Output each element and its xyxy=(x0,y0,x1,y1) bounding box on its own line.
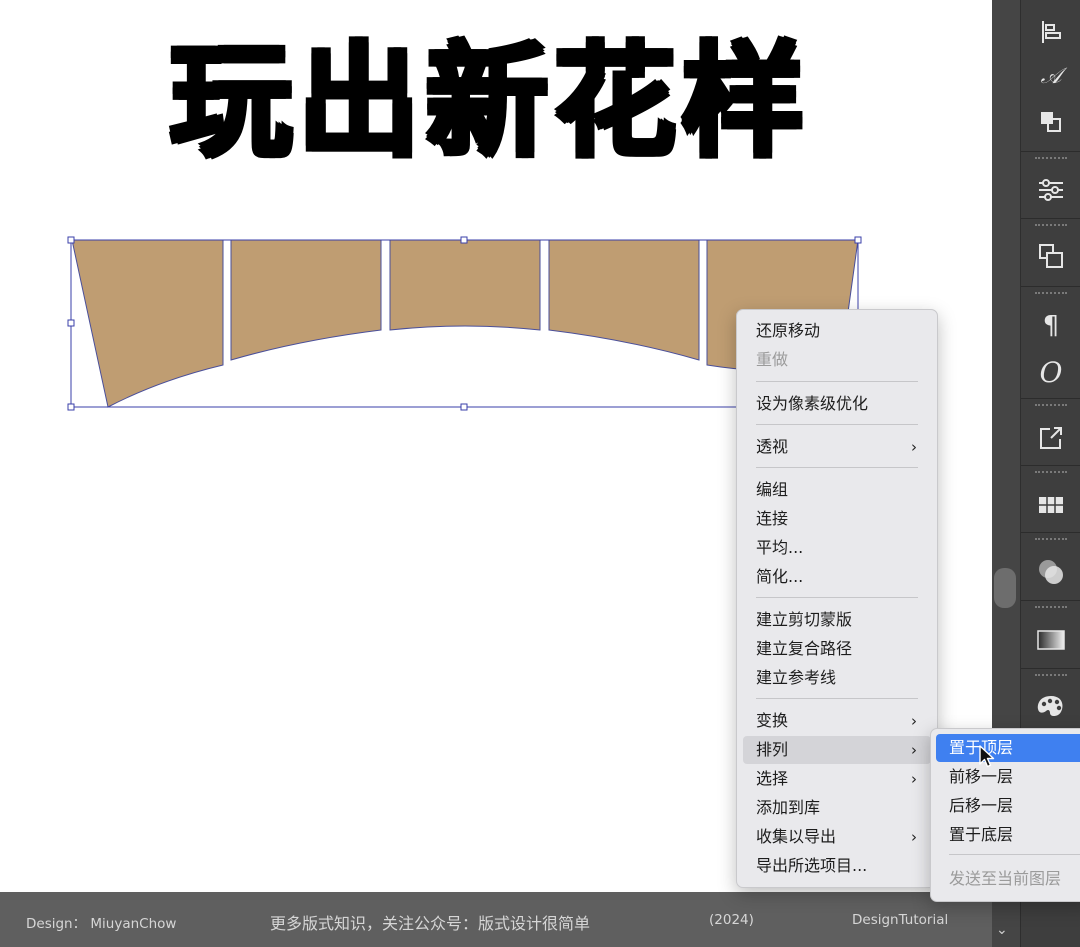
menu-item-average[interactable]: 平均... xyxy=(743,534,931,562)
submenu-arrow-icon: › xyxy=(911,741,917,759)
submenu-arrow-icon: › xyxy=(911,438,917,456)
paragraph-icon[interactable]: ¶ xyxy=(1021,306,1080,346)
footer-brand: DesignTutorial xyxy=(852,912,949,928)
submenu-item-bring-forward[interactable]: 前移一层 xyxy=(936,763,1080,791)
menu-item-group[interactable]: 编组 xyxy=(743,476,931,504)
properties-icon[interactable] xyxy=(1021,170,1080,210)
submenu-arrow-icon: › xyxy=(911,828,917,846)
footer-bar: Design： MiuyanChow 更多版式知识，关注公众号：版式设计很简单 … xyxy=(0,892,992,947)
footer-year: (2024) xyxy=(709,912,754,928)
context-menu: 还原移动 重做 设为像素级优化 透视 › 编组 连接 平均... 简化... 建立… xyxy=(736,309,938,888)
character-style-icon[interactable]: 𝒜 xyxy=(1021,56,1080,96)
menu-item-clipping-mask[interactable]: 建立剪切蒙版 xyxy=(743,606,931,634)
submenu-item-bring-to-front[interactable]: 置于顶层 xyxy=(936,734,1080,762)
opentype-icon[interactable]: O xyxy=(1021,352,1080,392)
arc-segment-3 xyxy=(389,239,541,331)
handle-top-left xyxy=(67,236,75,244)
submenu-item-send-backward[interactable]: 后移一层 xyxy=(936,792,1080,820)
handle-bottom-left xyxy=(67,403,75,411)
menu-item-undo-move[interactable]: 还原移动 xyxy=(743,317,931,345)
arrange-submenu: 置于顶层 前移一层 后移一层 置于底层 发送至当前图层 xyxy=(930,728,1080,902)
submenu-item-send-to-back[interactable]: 置于底层 xyxy=(936,821,1080,849)
menu-item-pixel-optimize[interactable]: 设为像素级优化 xyxy=(743,390,931,418)
pathfinder-icon[interactable] xyxy=(1021,102,1080,142)
menu-item-redo: 重做 xyxy=(756,350,789,369)
gradient-icon[interactable] xyxy=(1021,620,1080,660)
chevron-down-icon[interactable]: ⌄ xyxy=(996,922,1008,938)
menu-item-export-selection[interactable]: 导出所选项目... xyxy=(743,852,931,880)
handle-top-center xyxy=(460,236,468,244)
arc-segment-2 xyxy=(230,239,382,361)
menu-item-make-guides[interactable]: 建立参考线 xyxy=(743,664,931,692)
artboards-icon[interactable] xyxy=(1021,236,1080,276)
submenu-item-send-to-current-layer: 发送至当前图层 xyxy=(949,869,1062,888)
symbols-icon[interactable] xyxy=(1021,485,1080,525)
menu-item-add-to-library[interactable]: 添加到库 xyxy=(743,794,931,822)
handle-bottom-center xyxy=(460,403,468,411)
handle-top-right xyxy=(854,236,862,244)
transparency-icon[interactable] xyxy=(1021,552,1080,592)
arc-segment-1 xyxy=(71,239,224,408)
menu-item-compound-path[interactable]: 建立复合路径 xyxy=(743,635,931,663)
menu-item-collect-for-export[interactable]: 收集以导出 › xyxy=(743,823,931,851)
panel-scrollbar-thumb[interactable] xyxy=(994,568,1016,608)
menu-item-simplify[interactable]: 简化... xyxy=(743,563,931,591)
menu-item-select[interactable]: 选择 › xyxy=(743,765,931,793)
arc-segment-4 xyxy=(548,239,700,361)
menu-item-perspective[interactable]: 透视 › xyxy=(743,433,931,461)
color-guide-icon[interactable] xyxy=(1021,686,1080,726)
submenu-arrow-icon: › xyxy=(911,712,917,730)
footer-design-credit: Design： MiuyanChow xyxy=(26,916,177,932)
footer-promo: 更多版式知识，关注公众号：版式设计很简单 xyxy=(270,914,591,933)
menu-item-arrange[interactable]: 排列 › xyxy=(743,736,931,764)
mouse-cursor-icon xyxy=(979,745,995,768)
handle-middle-left xyxy=(67,319,75,327)
align-icon[interactable] xyxy=(1021,12,1080,52)
submenu-arrow-icon: › xyxy=(911,770,917,788)
menu-item-transform[interactable]: 变换 › xyxy=(743,707,931,735)
export-icon[interactable] xyxy=(1021,418,1080,458)
menu-item-join[interactable]: 连接 xyxy=(743,505,931,533)
